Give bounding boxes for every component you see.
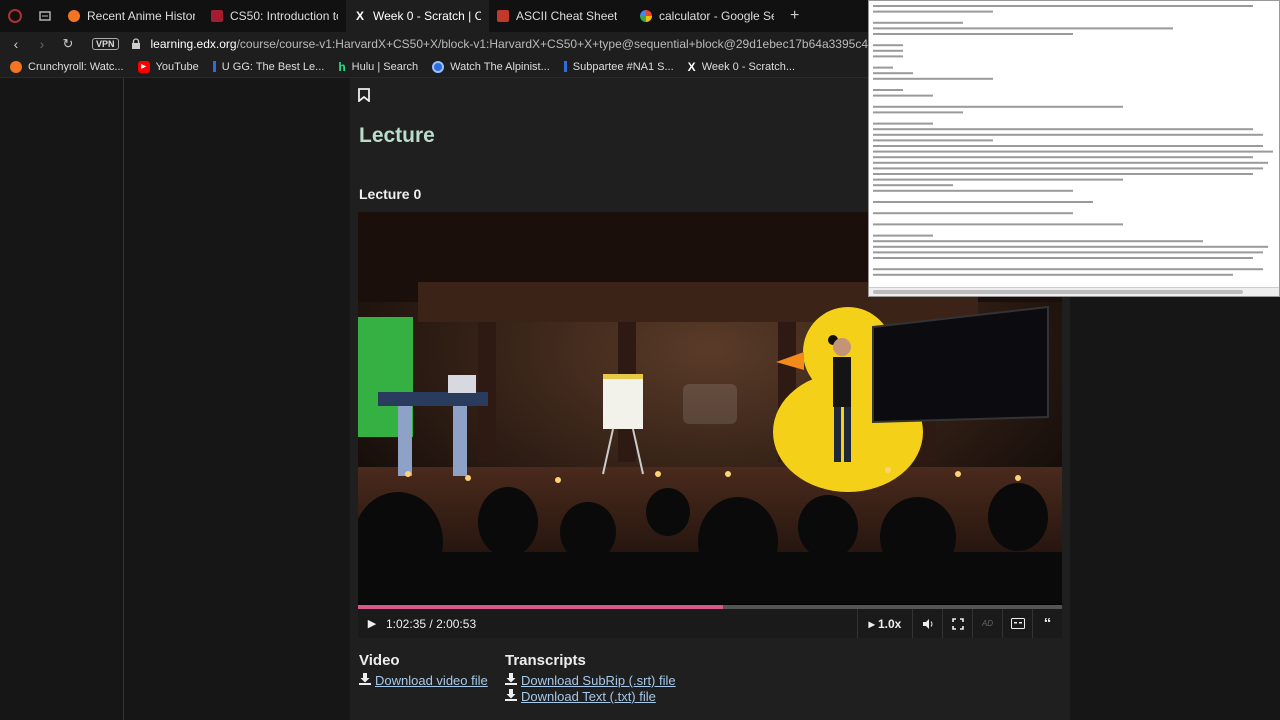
- tab-ascii-cheat-sheet[interactable]: ASCII Cheat Sheet: [489, 0, 632, 32]
- bookmark-label: U GG: The Best Le...: [221, 60, 325, 73]
- notes-window[interactable]: [868, 0, 1280, 297]
- harvard-shield-icon: [211, 10, 223, 22]
- bookmark-youtube[interactable]: ▶ YouTube: [137, 60, 199, 73]
- video-heading: Video: [359, 652, 400, 669]
- address-input[interactable]: learning.edx.org/course/course-v1:Harvar…: [151, 37, 891, 51]
- bookmark-week0[interactable]: X Week 0 - Scratch...: [688, 60, 795, 74]
- speed-button[interactable]: ▸ 1.0x: [857, 609, 912, 638]
- hulu-icon: h: [338, 59, 346, 74]
- browser-menu-icon[interactable]: [0, 0, 30, 32]
- forward-icon[interactable]: ›: [32, 36, 52, 52]
- bookmark-crunchyroll[interactable]: Crunchyroll: Watc...: [10, 60, 124, 73]
- volume-icon[interactable]: [912, 609, 942, 638]
- workspaces-icon[interactable]: [30, 0, 60, 32]
- transcripts-heading: Transcripts: [505, 652, 586, 669]
- bookmark-hulu[interactable]: h Hulu | Search: [338, 60, 418, 74]
- bookmark-label: Subpartee #NA1 S...: [572, 60, 674, 73]
- download-icon: [505, 689, 517, 704]
- bookmark-label: Crunchyroll: Watc...: [28, 60, 124, 73]
- audio-description-icon[interactable]: AD: [972, 609, 1002, 638]
- play-icon[interactable]: ▶: [358, 617, 386, 630]
- lecture-heading: Lecture 0: [359, 186, 422, 202]
- closed-captions-icon[interactable]: [1002, 609, 1032, 638]
- download-txt-link[interactable]: Download Text (.txt) file: [505, 689, 676, 704]
- tab-label: ASCII Cheat Sheet: [516, 9, 618, 23]
- fullscreen-icon[interactable]: [942, 609, 972, 638]
- notes-horizontal-scrollbar[interactable]: [873, 290, 1243, 294]
- crunchyroll-icon: [10, 60, 22, 73]
- vpn-badge[interactable]: VPN: [92, 38, 119, 50]
- youtube-icon: ▶: [137, 60, 150, 73]
- bookmark-label: Watch The Alpinist...: [450, 60, 550, 73]
- transcript-quote-icon[interactable]: “: [1032, 609, 1062, 638]
- download-video-link[interactable]: Download video file: [359, 673, 488, 688]
- notes-text-texture: [873, 5, 1273, 276]
- video-controls-right: ▸ 1.0x AD “: [857, 609, 1062, 638]
- tab-label: calculator - Google Search: [659, 9, 774, 23]
- speed-value: 1.0x: [878, 616, 902, 631]
- bookmark-alpinist[interactable]: Watch The Alpinist...: [432, 60, 550, 73]
- notes-scrollbar-track: [869, 287, 1279, 296]
- video-download-column: Video Download video file: [359, 652, 488, 689]
- video-time: 1:02:35 / 2:00:53: [386, 617, 476, 631]
- google-icon: [640, 10, 652, 22]
- sidebar-divider: [123, 78, 124, 720]
- globe-icon: [432, 60, 445, 73]
- download-txt-label: Download Text (.txt) file: [521, 689, 656, 704]
- download-icon: [505, 673, 517, 688]
- crunchyroll-icon: [68, 10, 80, 22]
- url-path: /course/course-v1:HarvardX+CS50+X/block-…: [236, 37, 891, 51]
- url-domain: learning.edx.org: [150, 37, 237, 51]
- tab-crunchyroll[interactable]: Recent Anime History | Cr: [60, 0, 203, 32]
- current-time: 1:02:35: [386, 616, 427, 631]
- tab-calculator-search[interactable]: calculator - Google Search: [632, 0, 782, 32]
- bookmark-mark-icon: [212, 61, 216, 72]
- new-tab-button[interactable]: +: [782, 7, 807, 25]
- page-title: Lecture: [359, 124, 435, 147]
- lock-icon[interactable]: [129, 37, 143, 51]
- transcripts-column: Transcripts Download SubRip (.srt) file …: [505, 652, 676, 705]
- x-edx-icon: X: [687, 59, 696, 74]
- reload-icon[interactable]: ↻: [58, 36, 78, 52]
- bookmark-mark-icon: [563, 61, 567, 72]
- bookmark-label: YouTube: [155, 60, 199, 73]
- time-separator: /: [429, 616, 433, 631]
- download-srt-link[interactable]: Download SubRip (.srt) file: [505, 673, 676, 688]
- ascii-icon: [497, 10, 509, 22]
- download-srt-label: Download SubRip (.srt) file: [521, 673, 676, 688]
- tab-label: Recent Anime History | Cr: [87, 9, 195, 23]
- back-icon[interactable]: ‹: [6, 36, 26, 52]
- x-edx-icon: X: [355, 9, 364, 23]
- bookmark-label: Week 0 - Scratch...: [701, 60, 796, 73]
- download-icon: [359, 673, 371, 688]
- bookmark-subpartee[interactable]: Subpartee #NA1 S...: [563, 60, 674, 73]
- bookmark-icon[interactable]: [358, 88, 370, 102]
- tab-label: Week 0 - Scratch | CS50x: [373, 9, 481, 23]
- download-video-label: Download video file: [375, 673, 488, 688]
- tab-week0-scratch[interactable]: X Week 0 - Scratch | CS50x: [346, 0, 489, 32]
- video-controls: ▶ 1:02:35 / 2:00:53 ▸ 1.0x AD “: [358, 609, 1062, 638]
- tab-cs50[interactable]: CS50: Introduction to Con: [203, 0, 346, 32]
- bookmark-ugg[interactable]: U GG: The Best Le...: [212, 60, 325, 73]
- bookmark-label: Hulu | Search: [351, 60, 419, 73]
- duration: 2:00:53: [436, 616, 477, 631]
- tab-label: CS50: Introduction to Con: [230, 9, 338, 23]
